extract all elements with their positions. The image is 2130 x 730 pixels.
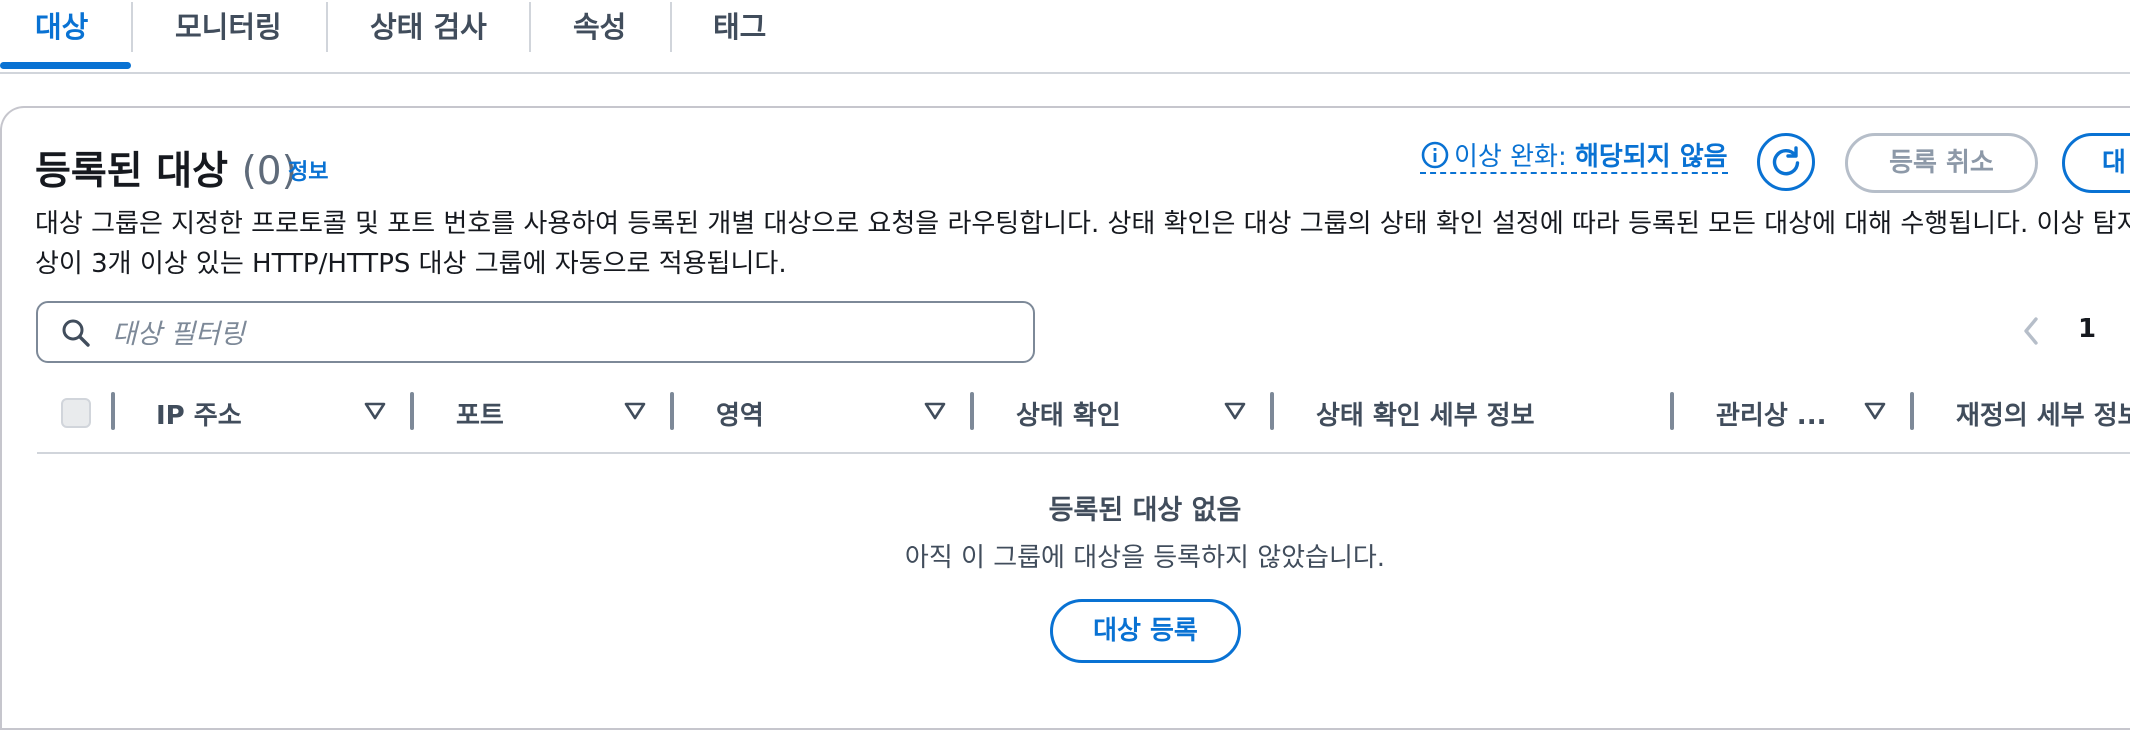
- search-icon: [60, 317, 92, 353]
- description-line-1: 대상 그룹은 지정한 프로토콜 및 포트 번호를 사용하여 등록된 개별 대상으…: [35, 209, 2130, 239]
- sort-icon[interactable]: [1224, 402, 1246, 424]
- column-header-health-details[interactable]: 상태 확인 세부 정보: [1316, 395, 1535, 432]
- active-tab-indicator: [0, 62, 131, 69]
- select-all-checkbox[interactable]: [61, 398, 91, 428]
- tab-tags[interactable]: 태그: [713, 0, 766, 54]
- column-header-override-details[interactable]: 재정의 세부 정보: [1956, 395, 2130, 432]
- column-header-admin-override[interactable]: 관리상 ...: [1716, 395, 1826, 432]
- column-divider[interactable]: [970, 392, 974, 430]
- refresh-button[interactable]: [1757, 133, 1815, 191]
- column-divider[interactable]: [1910, 392, 1914, 430]
- empty-state-title: 등록된 대상 없음: [1048, 495, 1242, 526]
- filter-box: [36, 301, 1035, 363]
- anomaly-mitigation-status[interactable]: 이상 완화: 해당되지 않음: [1420, 136, 1728, 174]
- description: 대상 그룹은 지정한 프로토콜 및 포트 번호를 사용하여 등록된 개별 대상으…: [35, 204, 2130, 284]
- anomaly-label: 이상 완화:: [1454, 142, 1567, 172]
- tab-targets[interactable]: 대상: [35, 0, 88, 54]
- register-targets-button[interactable]: 대: [2062, 133, 2130, 193]
- tab-monitoring[interactable]: 모니터링: [175, 0, 282, 54]
- tab-separator: [131, 2, 133, 52]
- tab-attributes[interactable]: 속성: [573, 0, 626, 54]
- chevron-left-icon[interactable]: [2018, 314, 2046, 352]
- info-link[interactable]: 정보: [288, 154, 328, 186]
- tab-health-checks[interactable]: 상태 검사: [370, 0, 487, 54]
- register-targets-empty-button[interactable]: 대상 등록: [1050, 599, 1241, 663]
- sort-icon[interactable]: [924, 402, 946, 424]
- column-divider[interactable]: [1270, 392, 1274, 430]
- table-header: IP 주소 포트 영역 상태 확인 상태 확인 세부 정보 관리상 ... 재정…: [37, 390, 2130, 454]
- column-header-zone[interactable]: 영역: [716, 395, 764, 432]
- tab-separator: [529, 2, 531, 52]
- column-header-ip[interactable]: IP 주소: [156, 395, 242, 432]
- tab-separator: [670, 2, 672, 52]
- deregister-button[interactable]: 등록 취소: [1845, 133, 2038, 193]
- anomaly-value: 해당되지 않음: [1574, 142, 1728, 172]
- sort-icon[interactable]: [364, 402, 386, 424]
- tab-separator: [326, 2, 328, 52]
- column-header-port[interactable]: 포트: [456, 395, 504, 432]
- tab-bar: 대상 모니터링 상태 검사 속성 태그: [0, 0, 2130, 74]
- refresh-icon: [1772, 146, 1800, 176]
- column-divider[interactable]: [1670, 392, 1674, 430]
- column-header-health-status[interactable]: 상태 확인: [1016, 395, 1121, 432]
- column-divider: [111, 392, 115, 430]
- empty-state-description: 아직 이 그룹에 대상을 등록하지 않았습니다.: [904, 543, 1386, 573]
- page-number[interactable]: 1: [2078, 314, 2096, 344]
- filter-input[interactable]: [110, 313, 1014, 355]
- info-circle-icon: [1420, 140, 1450, 177]
- column-divider[interactable]: [410, 392, 414, 430]
- description-line-2: 상이 3개 이상 있는 HTTP/HTTPS 대상 그룹에 자동으로 적용됩니다…: [35, 249, 787, 279]
- title-text: 등록된 대상: [35, 149, 228, 194]
- page-title: 등록된 대상 (0): [35, 140, 297, 196]
- sort-icon[interactable]: [1864, 402, 1886, 424]
- sort-icon[interactable]: [624, 402, 646, 424]
- column-divider[interactable]: [670, 392, 674, 430]
